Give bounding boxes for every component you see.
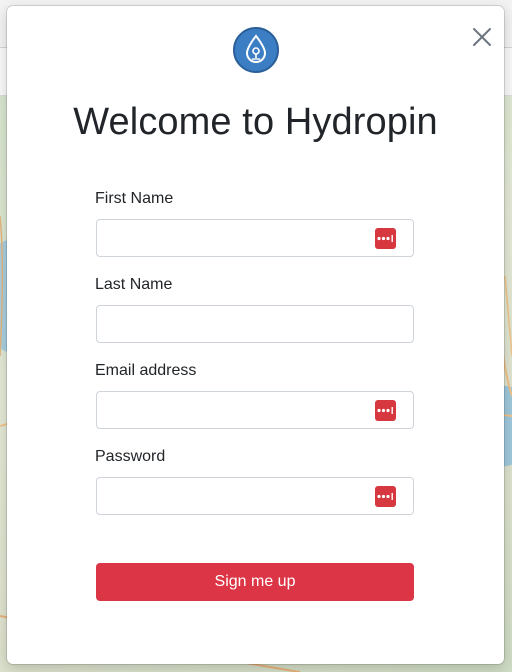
first-name-input[interactable] [97,220,413,256]
last-name-label: Last Name [95,276,173,293]
close-button[interactable] [469,24,495,50]
modal-title: Welcome to Hydropin [73,101,438,143]
sign-up-button[interactable]: Sign me up [96,563,414,601]
signup-modal: Welcome to Hydropin First Name Last Name… [7,6,504,664]
email-input[interactable] [97,392,413,428]
password-label: Password [95,448,166,465]
email-field-wrapper [96,391,414,429]
password-field-wrapper [96,477,414,515]
close-icon [473,28,491,46]
first-name-label: First Name [95,190,174,207]
password-manager-icon[interactable] [375,400,396,421]
last-name-input[interactable] [97,306,413,342]
water-drop-pin-icon [233,27,279,73]
password-manager-icon[interactable] [375,486,396,507]
last-name-field-wrapper [96,305,414,343]
password-input[interactable] [97,478,413,514]
password-manager-icon[interactable] [375,228,396,249]
email-label: Email address [95,362,197,379]
first-name-field-wrapper [96,219,414,257]
